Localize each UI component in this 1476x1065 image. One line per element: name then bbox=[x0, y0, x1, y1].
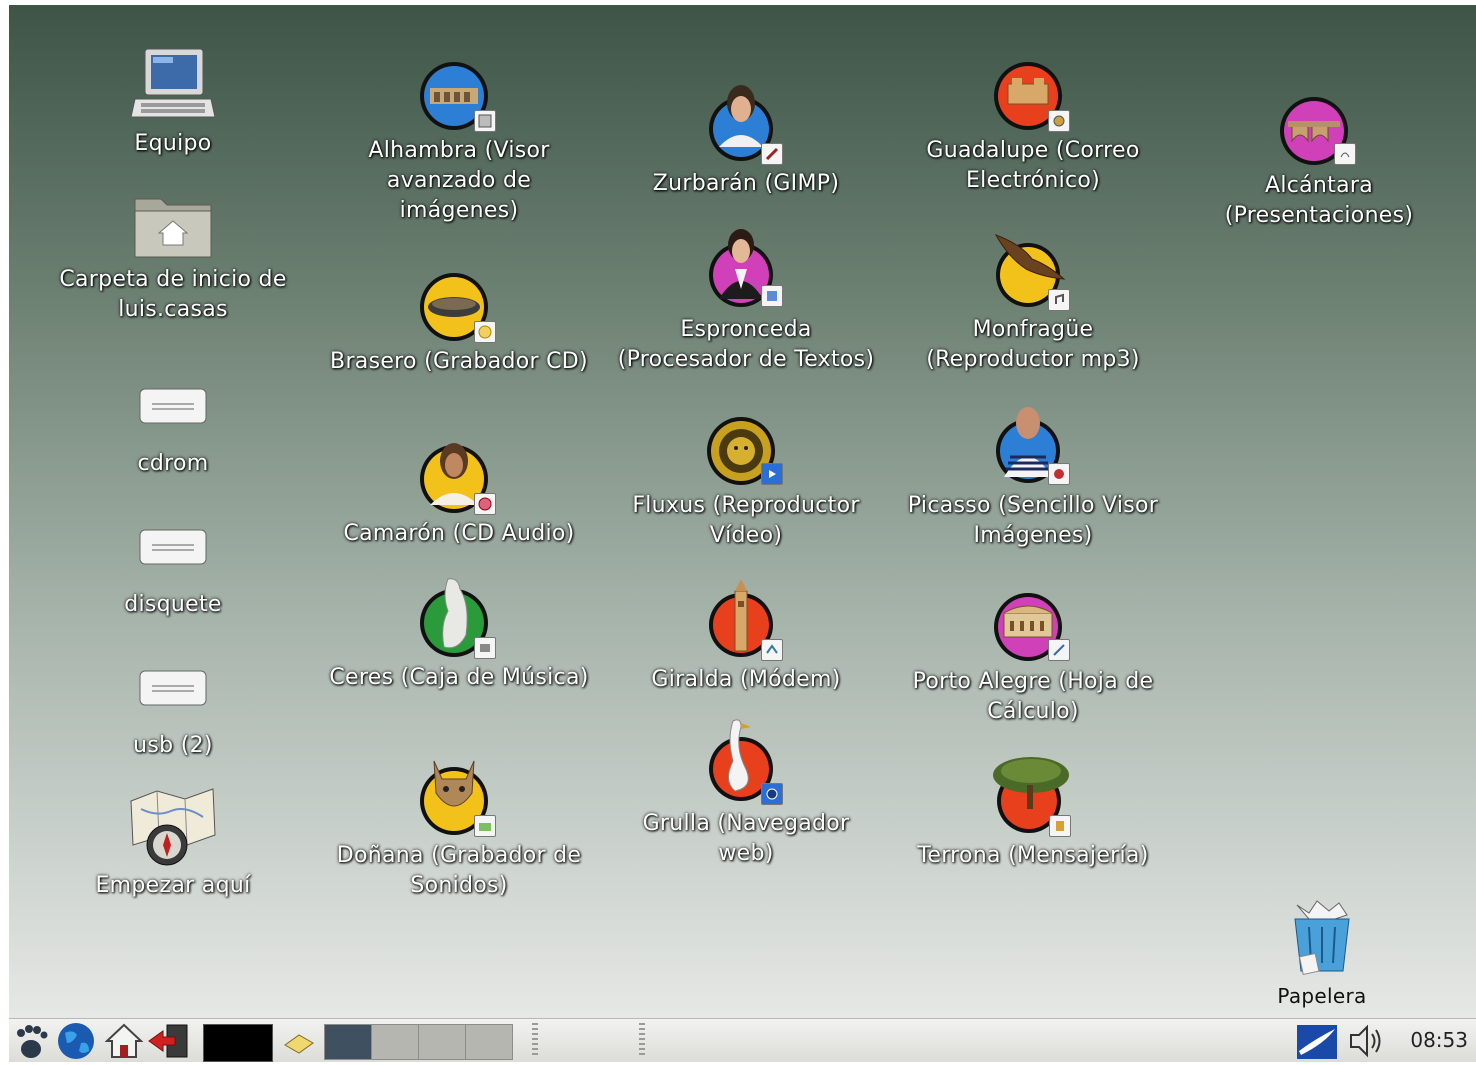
workspace-3[interactable] bbox=[418, 1024, 466, 1060]
desktop-icon-label: usb (2) bbox=[133, 733, 213, 758]
mp3-emblem-icon bbox=[1048, 289, 1070, 311]
desktop-icon-label: Carpeta de inicio de luis.casas bbox=[59, 267, 287, 322]
drive-icon bbox=[139, 670, 207, 706]
computer-icon bbox=[131, 48, 215, 118]
mail-emblem-icon bbox=[1048, 110, 1070, 132]
desktop-icon-label: Guadalupe (Correo Electrónico) bbox=[926, 138, 1140, 193]
eraser-icon bbox=[284, 1034, 314, 1054]
desktop-icon-guadalupe[interactable]: Guadalupe (Correo Electrónico) bbox=[903, 60, 1163, 196]
desktop-icon-label: Picasso (Sencillo Visor Imágenes) bbox=[907, 493, 1159, 548]
trash-icon bbox=[1294, 900, 1350, 976]
desktop-icon-empezar-aqui[interactable]: Empezar aquí bbox=[43, 787, 303, 901]
desktop-icon-label: Monfragüe (Reproductor mp3) bbox=[926, 317, 1140, 372]
desktop-icon-terrona[interactable]: Terrona (Mensajería) bbox=[903, 755, 1163, 871]
logout-icon bbox=[148, 1024, 188, 1058]
desktop-icon-fluxus[interactable]: Fluxus (Reproductor Vídeo) bbox=[616, 415, 876, 551]
desktop-icon-disquete[interactable]: disquete bbox=[43, 526, 303, 620]
desktop-icon-brasero[interactable]: Brasero (Grabador CD) bbox=[329, 271, 589, 377]
globe-icon bbox=[58, 1023, 94, 1059]
desktop-icon-papelera[interactable]: Papelera bbox=[1192, 899, 1452, 1011]
desktop-icon-label: Fluxus (Reproductor Vídeo) bbox=[632, 493, 860, 548]
taskbar: 08:53 bbox=[9, 1018, 1476, 1062]
desktop-icon-label: Porto Alegre (Hoja de Cálculo) bbox=[912, 669, 1154, 724]
desktop-icon-alcantara[interactable]: Alcántara (Presentaciones) bbox=[1189, 95, 1449, 231]
desktop-icon-espronceda[interactable]: Espronceda (Procesador de Textos) bbox=[616, 223, 876, 375]
modem-emblem-icon bbox=[761, 639, 783, 661]
drive-icon bbox=[139, 388, 207, 424]
desktop-icon-label: Giralda (Módem) bbox=[651, 667, 841, 692]
desktop-icon-label: disquete bbox=[124, 592, 222, 617]
desktop-icon-alhambra[interactable]: Alhambra (Visor avanzado de imágenes) bbox=[329, 60, 589, 226]
openoffice-gull-icon bbox=[1297, 1025, 1337, 1059]
globe-emblem-icon bbox=[761, 783, 783, 805]
sound-recorder-emblem-icon bbox=[474, 815, 496, 837]
home-launcher[interactable] bbox=[104, 1021, 144, 1061]
speaker-icon bbox=[1350, 1024, 1381, 1058]
panel-drag-handle[interactable] bbox=[532, 1023, 538, 1057]
desktop-icon-label: Camarón (CD Audio) bbox=[343, 521, 575, 546]
desktop-icon-picasso[interactable]: Picasso (Sencillo Visor Imágenes) bbox=[903, 401, 1163, 551]
spreadsheet-emblem-icon bbox=[1048, 639, 1070, 661]
desktop-icon-label: Terrona (Mensajería) bbox=[917, 843, 1149, 868]
image-viewer-emblem-icon bbox=[474, 110, 496, 132]
desktop-icon-label: Ceres (Caja de Música) bbox=[329, 665, 589, 690]
desktop-icon-label: Brasero (Grabador CD) bbox=[330, 349, 588, 374]
desktop-icon-equipo[interactable]: Equipo bbox=[43, 47, 303, 159]
desktop-icon-giralda[interactable]: Giralda (Módem) bbox=[616, 577, 876, 695]
desktop-icon-label: Empezar aquí bbox=[95, 873, 251, 898]
music-box-emblem-icon bbox=[474, 637, 496, 659]
desktop-icon-zurbaran[interactable]: Zurbarán (GIMP) bbox=[616, 77, 876, 199]
desktop-icon-cdrom[interactable]: cdrom bbox=[43, 385, 303, 479]
desktop-icon-porto-alegre[interactable]: Porto Alegre (Hoja de Cálculo) bbox=[903, 591, 1163, 727]
desktop-icon-label: Espronceda (Procesador de Textos) bbox=[617, 317, 875, 372]
desktop-icon-usb[interactable]: usb (2) bbox=[43, 667, 303, 761]
desktop-icon-label: Doñana (Grabador de Sonidos) bbox=[336, 843, 582, 898]
desktop-icon-label: Equipo bbox=[134, 131, 212, 156]
main-menu-button[interactable] bbox=[11, 1021, 51, 1061]
notes-applet[interactable] bbox=[281, 1021, 317, 1061]
map-compass-icon bbox=[130, 788, 216, 866]
workspace-4[interactable] bbox=[465, 1024, 513, 1060]
drive-icon bbox=[139, 529, 207, 565]
presentation-emblem-icon bbox=[1334, 143, 1356, 165]
home-icon bbox=[104, 1023, 144, 1058]
paint-emblem-icon bbox=[761, 143, 783, 165]
panel-drag-handle[interactable] bbox=[639, 1023, 645, 1057]
gnome-foot-icon bbox=[17, 1025, 48, 1058]
desktop-icon-label: Alhambra (Visor avanzado de imágenes) bbox=[368, 138, 550, 223]
desktop-icon-ceres[interactable]: Ceres (Caja de Música) bbox=[329, 575, 589, 693]
desktop-icon-donana[interactable]: Doñana (Grabador de Sonidos) bbox=[329, 753, 589, 901]
clock[interactable]: 08:53 bbox=[1410, 1028, 1468, 1052]
office-quickstart[interactable] bbox=[1295, 1021, 1339, 1061]
logout-launcher[interactable] bbox=[147, 1021, 191, 1061]
messaging-emblem-icon bbox=[1049, 815, 1071, 837]
image-emblem-icon bbox=[1048, 463, 1070, 485]
web-browser-launcher[interactable] bbox=[55, 1021, 97, 1061]
workspace-1[interactable] bbox=[324, 1024, 372, 1060]
desktop-icon-grulla[interactable]: Grulla (Navegador web) bbox=[616, 717, 876, 869]
desktop-icon-home-folder[interactable]: Carpeta de inicio de luis.casas bbox=[43, 193, 303, 325]
desktop-icon-label: cdrom bbox=[137, 451, 209, 476]
cd-emblem-icon bbox=[474, 321, 496, 343]
video-play-emblem-icon bbox=[761, 463, 783, 485]
word-processor-emblem-icon bbox=[761, 285, 783, 307]
home-folder-icon bbox=[134, 198, 212, 258]
cd-audio-emblem-icon bbox=[474, 493, 496, 515]
desktop-icon-camaron[interactable]: Camarón (CD Audio) bbox=[329, 435, 589, 549]
desktop-icon-label: Zurbarán (GIMP) bbox=[652, 171, 840, 196]
volume-control[interactable] bbox=[1347, 1021, 1387, 1061]
desktop-icon-label: Grulla (Navegador web) bbox=[642, 811, 850, 866]
system-monitor[interactable] bbox=[203, 1024, 273, 1062]
desktop: Equipo Carpeta de inicio de luis.casas c… bbox=[9, 5, 1476, 1018]
desktop-icon-label: Papelera bbox=[1277, 984, 1367, 1008]
workspace-2[interactable] bbox=[371, 1024, 419, 1060]
desktop-icon-monfrague[interactable]: Monfragüe (Reproductor mp3) bbox=[903, 229, 1163, 375]
desktop-icon-label: Alcántara (Presentaciones) bbox=[1224, 173, 1414, 228]
